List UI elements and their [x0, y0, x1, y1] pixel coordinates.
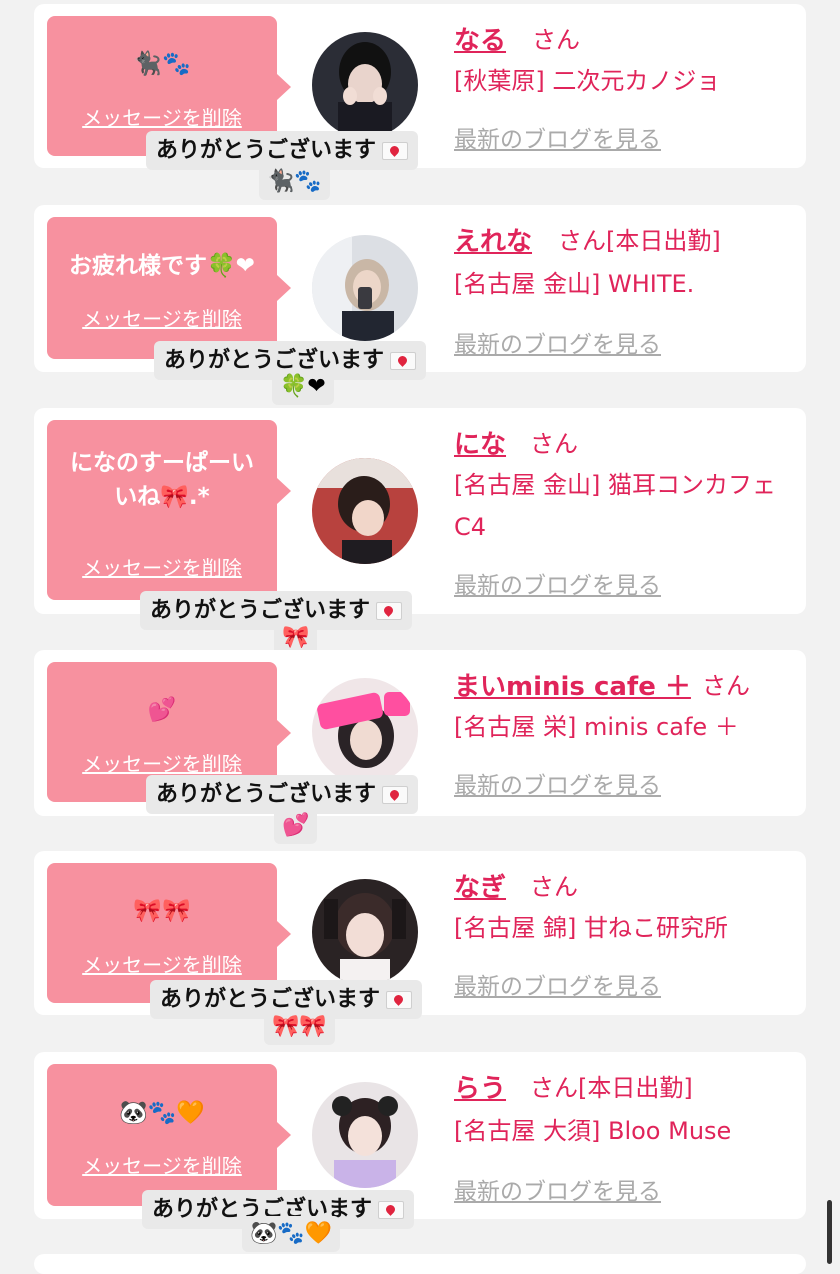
blog-link[interactable]: 最新のブログを見る	[454, 1172, 661, 1206]
envelope-heart-icon	[382, 142, 409, 160]
envelope-heart-icon	[386, 991, 413, 1009]
san-suffix: さん[本日出勤]	[558, 227, 721, 255]
delete-message-link[interactable]: メッセージを削除	[47, 102, 277, 131]
delete-message-link[interactable]: メッセージを削除	[47, 303, 277, 332]
avatar[interactable]	[312, 32, 418, 138]
san-suffix: さん	[532, 26, 580, 54]
cast-name-link[interactable]: らう	[454, 1068, 506, 1105]
shop-name: [名古屋 錦] 甘ねこ研究所	[454, 914, 728, 942]
reply-emoji: 🐼🐾🧡	[242, 1216, 341, 1252]
cast-name-link[interactable]: なる	[454, 20, 506, 57]
message-bubble: 🐼🐾🧡 メッセージを削除	[47, 1064, 291, 1206]
envelope-heart-icon	[378, 1201, 405, 1219]
cast-name-link[interactable]: にな	[454, 424, 506, 461]
blog-link[interactable]: 最新のブログを見る	[454, 967, 661, 1001]
envelope-heart-icon	[376, 602, 403, 620]
message-text: 💕	[147, 697, 177, 723]
message-text: お疲れ様です🍀❤	[69, 253, 255, 279]
message-card	[34, 1254, 806, 1274]
status-text: [本日出勤]	[606, 227, 721, 255]
reply-emoji: 🐈‍⬛🐾	[259, 164, 330, 200]
delete-message-link[interactable]: メッセージを削除	[47, 552, 277, 581]
shop-name: [名古屋 大須] Bloo Muse	[454, 1117, 732, 1145]
reply-emoji: 🎀🎀	[264, 1009, 335, 1045]
message-bubble: になのすーぱーいいね🎀.* メッセージを削除	[47, 420, 291, 600]
shop-name: [秋葉原] 二次元カノジョ	[454, 67, 721, 95]
avatar[interactable]	[312, 678, 418, 784]
message-text: になのすーぱーいいね🎀.*	[70, 450, 254, 510]
cast-name-link[interactable]: えれな	[454, 221, 532, 258]
message-card: 🎀🎀 メッセージを削除 ありがとうございます 🎀🎀 なぎ さん [名古屋 錦] …	[34, 851, 806, 1045]
delete-message-link[interactable]: メッセージを削除	[47, 1150, 277, 1179]
delete-message-link[interactable]: メッセージを削除	[47, 748, 277, 777]
status-text: [本日出勤]	[578, 1074, 693, 1102]
avatar[interactable]	[312, 879, 418, 985]
blog-link[interactable]: 最新のブログを見る	[454, 566, 661, 600]
reply-emoji-text: 🐈‍⬛🐾	[267, 169, 322, 194]
envelope-heart-icon	[390, 352, 417, 370]
cast-name-link[interactable]: なぎ	[454, 867, 506, 904]
message-card: 💕 メッセージを削除 ありがとうございます 💕 まいminis cafe ＋ さ…	[34, 650, 806, 844]
san-suffix: さん	[702, 672, 750, 700]
message-card: 🐈‍⬛🐾 メッセージを削除 ありがとうございます 🐈‍⬛🐾 なる さん [秋葉原…	[34, 4, 806, 200]
san-suffix: さん	[530, 430, 578, 458]
message-text: 🎀🎀	[133, 898, 191, 924]
reply-emoji-text: 🎀	[282, 625, 310, 650]
shop-name: [名古屋 栄] minis cafe ＋	[454, 713, 739, 741]
scrollbar[interactable]	[827, 1200, 832, 1264]
reply-emoji: 💕	[274, 808, 318, 844]
avatar[interactable]	[312, 458, 418, 564]
delete-message-link[interactable]: メッセージを削除	[47, 949, 277, 978]
envelope-heart-icon	[382, 786, 409, 804]
avatar[interactable]	[312, 235, 418, 341]
san-suffix: さん	[530, 873, 578, 901]
cast-name-link[interactable]: まいminis cafe ＋	[454, 666, 691, 703]
message-text: 🐼🐾🧡	[119, 1100, 205, 1126]
reply-emoji-text: 🍀❤	[280, 374, 326, 399]
shop-name: [名古屋 金山] 猫耳コンカフェ C4	[454, 471, 776, 541]
thanks-text: ありがとうございます	[156, 138, 377, 163]
reply-emoji-text: 💕	[282, 813, 310, 838]
message-card: お疲れ様です🍀❤ メッセージを削除 ありがとうございます 🍀❤ えれな さん[本…	[34, 205, 806, 405]
message-card: になのすーぱーいいね🎀.* メッセージを削除 ありがとうございます 🎀 にな さ…	[34, 408, 806, 656]
message-card: 🐼🐾🧡 メッセージを削除 ありがとうございます 🐼🐾🧡 らう さん[本日出勤] …	[34, 1052, 806, 1252]
message-bubble: お疲れ様です🍀❤ メッセージを削除	[47, 217, 291, 359]
reply-emoji-text: 🎀🎀	[272, 1014, 327, 1039]
thanks-text: ありがとうございます	[150, 598, 371, 623]
blog-link[interactable]: 最新のブログを見る	[454, 766, 661, 800]
blog-link[interactable]: 最新のブログを見る	[454, 325, 661, 359]
shop-name: [名古屋 金山] WHITE.	[454, 270, 695, 298]
san-suffix: さん[本日出勤]	[530, 1074, 693, 1102]
avatar[interactable]	[312, 1082, 418, 1188]
message-text: 🐈‍⬛🐾	[133, 51, 191, 77]
reply-emoji: 🍀❤	[272, 369, 334, 405]
reply-emoji-text: 🐼🐾🧡	[250, 1221, 333, 1246]
blog-link[interactable]: 最新のブログを見る	[454, 120, 661, 154]
thanks-text: ありがとうございます	[156, 782, 377, 807]
